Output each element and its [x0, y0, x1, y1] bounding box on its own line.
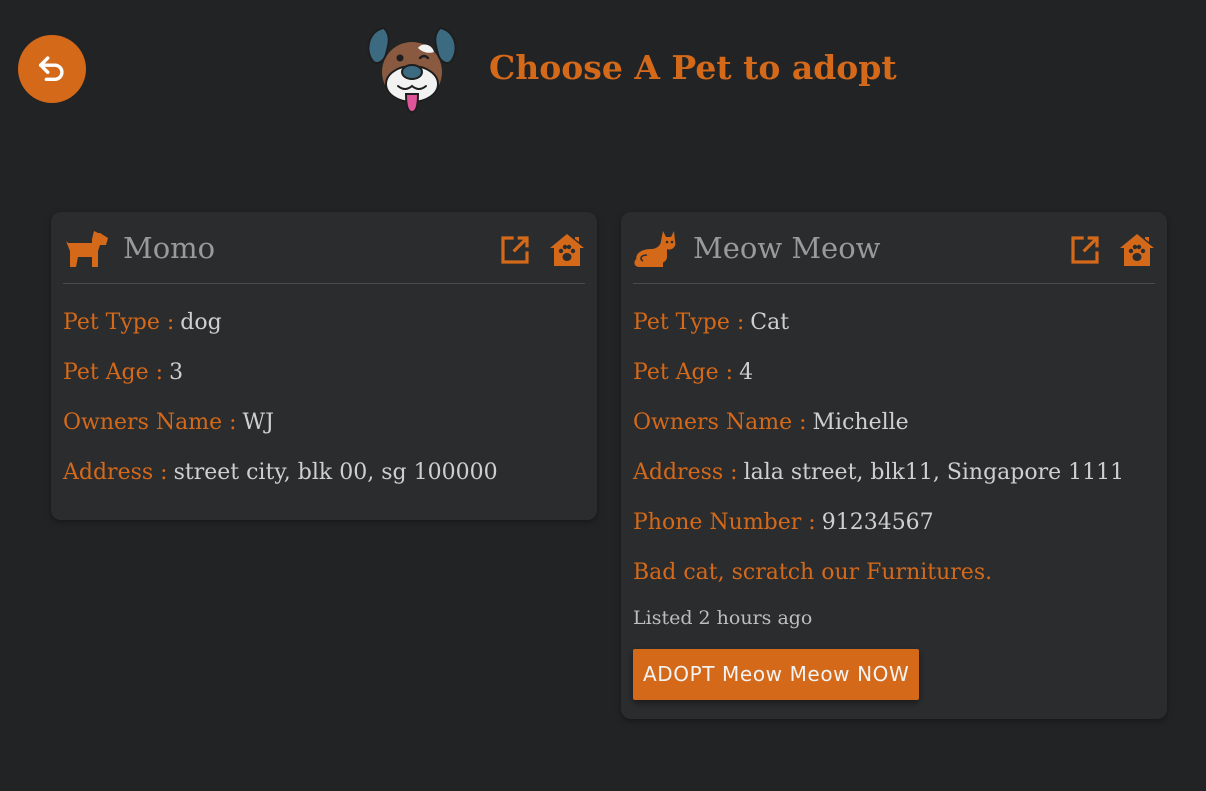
open-external-icon[interactable]: [497, 232, 533, 268]
pet-details: Pet Type : dog Pet Age :3 Owners Name : WJ…: [63, 284, 585, 486]
pet-age-value: 3: [169, 360, 184, 385]
address-row: Address : lala street, blk11, Singapore 1…: [633, 460, 1155, 486]
page-title: Choose A Pet to adopt: [489, 48, 897, 87]
pet-details: Pet Type : Cat Pet Age :4 Owners Name : Mi…: [633, 284, 1155, 700]
back-button[interactable]: [18, 35, 86, 103]
phone-row: Phone Number :91234567: [633, 510, 1155, 536]
phone-value: 91234567: [821, 510, 934, 535]
pet-card-momo: Momo Pet Type: dog Pet Age: 3 Owners N…: [51, 212, 597, 520]
pet-age-value: 4: [739, 360, 754, 385]
pet-name: Meow Meow: [693, 230, 881, 265]
pet-type-label: Pet Type :: [633, 310, 745, 335]
listed-time: Listed 2 hours ago: [633, 607, 813, 629]
undo-arrow-icon: [35, 51, 69, 88]
pet-card-meow-meow: Meow Meow Pet Type: Cat Pet Age: 4 Own…: [621, 212, 1167, 719]
owner-name-label: Owners Name :: [63, 410, 237, 435]
pet-age-label: Pet Age :: [63, 360, 164, 385]
pet-type-value: dog: [180, 310, 222, 335]
pet-age-row: Pet Age :3: [63, 360, 585, 386]
owner-name-row: Owners Name : WJ: [63, 410, 585, 436]
owner-name-label: Owners Name :: [633, 410, 807, 435]
cat-icon: [633, 225, 679, 271]
address-label: Address :: [633, 460, 738, 485]
pet-type-label: Pet Type :: [63, 310, 175, 335]
card-actions: [1067, 232, 1155, 268]
owner-name-value: WJ: [242, 410, 274, 435]
dog-face-logo: [362, 20, 462, 116]
pet-house-icon[interactable]: [549, 232, 585, 268]
dog-icon: [63, 225, 109, 271]
pet-adoption-page: Choose A Pet to adopt Momo Pet Type: do…: [0, 0, 1206, 791]
open-external-icon[interactable]: [1067, 232, 1103, 268]
card-actions: [497, 232, 585, 268]
pet-type-row: Pet Type : dog: [63, 310, 585, 336]
card-header: Meow Meow: [633, 212, 1155, 284]
pet-type-value: Cat: [750, 310, 790, 335]
phone-label: Phone Number :: [633, 510, 816, 535]
address-row: Address : street city, blk 00, sg 100000: [63, 460, 585, 486]
owner-name-value: Michelle: [812, 410, 909, 435]
address-label: Address :: [63, 460, 168, 485]
pet-type-row: Pet Type : Cat: [633, 310, 1155, 336]
pet-description: Bad cat, scratch our Furnitures.: [633, 560, 993, 585]
pet-name: Momo: [123, 230, 216, 265]
pet-house-icon[interactable]: [1119, 232, 1155, 268]
address-value: street city, blk 00, sg 100000: [173, 460, 498, 485]
owner-name-row: Owners Name : Michelle: [633, 410, 1155, 436]
address-value: lala street, blk11, Singapore 1111: [743, 460, 1125, 485]
pet-age-label: Pet Age :: [633, 360, 734, 385]
pet-age-row: Pet Age :4: [633, 360, 1155, 386]
card-header: Momo: [63, 212, 585, 284]
adopt-button[interactable]: ADOPT Meow Meow NOW: [633, 649, 920, 700]
